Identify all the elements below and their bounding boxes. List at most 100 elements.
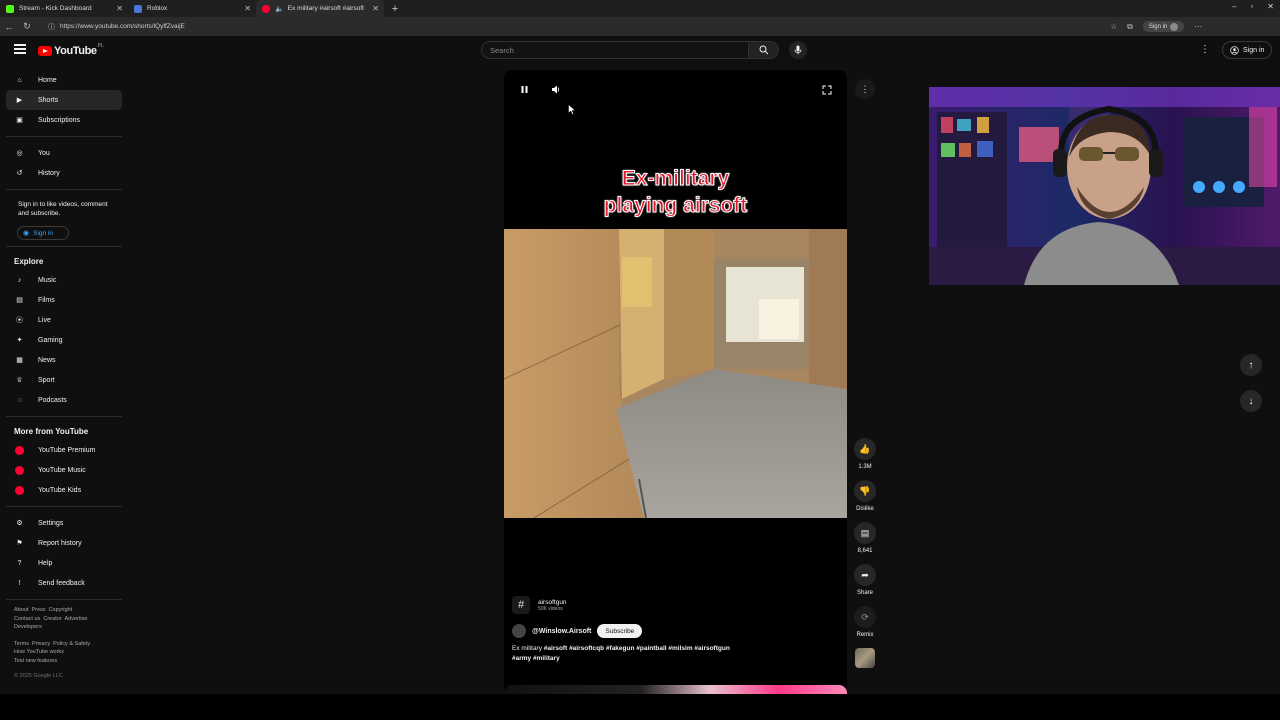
browser-menu-icon[interactable]: ⋯ [1194,22,1202,31]
settings-dots-icon[interactable]: ⋮ [1200,44,1210,55]
youtube-logo[interactable]: YouTube PL [38,43,104,57]
sidebar-item-label: YouTube Music [38,466,86,474]
sidebar-item-news[interactable]: ▦ News [6,350,122,370]
hashtag-chip[interactable]: # airsoftgun 50K videos [512,594,842,616]
footer-link[interactable]: Terms [14,641,29,647]
search-button[interactable] [749,41,779,59]
sidebar-item-label: Films [38,296,55,304]
footer-link[interactable]: Developers [14,624,42,630]
description-hashtags[interactable]: #army #military [512,655,560,662]
webcam-image [929,87,1280,285]
description-hashtags[interactable]: #airsoft #airsoftcqb #fakegun #paintball… [544,645,730,652]
next-short-button[interactable]: ↓ [1240,390,1262,412]
pause-icon[interactable] [520,85,529,94]
minimize-icon[interactable]: – [1232,2,1236,11]
close-icon[interactable]: ✕ [372,4,379,13]
sidebar-item-music-app[interactable]: YouTube Music [6,460,122,480]
sidebar-signin-button[interactable]: ◉ Sign in [17,226,69,241]
sidebar-item-films[interactable]: ▤ Films [6,290,122,310]
channel-avatar[interactable] [512,624,526,638]
sidebar-item-live[interactable]: ⦿ Live [6,310,122,330]
remix-action[interactable]: ⟳ Remix [852,606,878,638]
browser-tab-youtube[interactable]: 🔈 Ex military #airsoft #airsoft ✕ [256,0,384,17]
like-button[interactable]: 👍 [854,438,876,460]
sidebar-item-feedback[interactable]: ! Send feedback [6,573,122,593]
signin-prompt: Sign in to like videos, comment and subs… [18,201,108,218]
url-field[interactable]: ⓘ https://www.youtube.com/shorts/lQyffZv… [42,19,1102,34]
hamburger-menu-icon[interactable] [14,44,26,56]
dislike-action[interactable]: 👎 Dislike [852,480,878,512]
sidebar-item-history[interactable]: ↺ History [6,163,122,183]
comments-button[interactable]: ▤ [854,522,876,544]
new-tab-button[interactable]: + [388,0,402,17]
sidebar-item-sport[interactable]: ♕ Sport [6,370,122,390]
sidebar-item-report-history[interactable]: ⚑ Report history [6,533,122,553]
reload-icon[interactable]: ↻ [18,21,36,32]
share-action[interactable]: ➦ Share [852,564,878,596]
sidebar-item-kids[interactable]: YouTube Kids [6,480,122,500]
browser-tab-kick[interactable]: Stream - Kick Dashboard ✕ [0,0,128,17]
voice-search-button[interactable] [789,41,807,59]
channel-name[interactable]: @Winslow.Airsoft [532,628,591,635]
star-icon[interactable]: ☆ [1110,22,1117,31]
footer-link[interactable]: Creator [43,616,61,622]
browser-tab-roblox[interactable]: Roblox ✕ [128,0,256,17]
comments-action[interactable]: ▤ 8,641 [852,522,878,554]
sidebar-item-label: History [38,169,60,177]
shorts-player[interactable]: Ex-military playing airsoft # airsoftgun… [504,70,847,694]
sidebar-item-settings[interactable]: ⚙ Settings [6,513,122,533]
signin-button[interactable]: Sign in [1222,41,1273,59]
dislike-label: Dislike [856,506,874,512]
subscribe-button[interactable]: Subscribe [597,624,643,638]
masthead: YouTube PL Search ⋮ Sign in [0,36,1280,64]
maximize-icon[interactable]: ▫ [1250,2,1253,11]
sidebar-item-premium[interactable]: YouTube Premium [6,440,122,460]
footer-link[interactable]: Press [31,607,45,613]
window-close-icon[interactable]: ✕ [1267,2,1274,11]
extensions-icon[interactable]: ⧉ [1127,22,1133,32]
remix-button[interactable]: ⟳ [854,606,876,628]
home-icon: ⌂ [17,76,22,84]
country-code: PL [97,43,104,49]
footer-link[interactable]: Policy & Safety [53,641,90,647]
sidebar-item-gaming[interactable]: ✦ Gaming [6,330,122,350]
sidebar-item-subscriptions[interactable]: ▣ Subscriptions [6,110,122,130]
sidebar-item-help[interactable]: ? Help [6,553,122,573]
sidebar-item-shorts[interactable]: ▶ Shorts [6,90,122,110]
search-input[interactable]: Search [481,41,749,59]
sidebar-item-podcasts[interactable]: ◌ Podcasts [6,390,122,410]
caption-line: playing airsoft [603,194,748,218]
footer-link[interactable]: Advertise [64,616,87,622]
previous-short-button[interactable]: ↑ [1240,354,1262,376]
more-options-button[interactable]: ⋮ [855,79,875,99]
back-icon[interactable]: ← [0,22,18,32]
channel-row: @Winslow.Airsoft Subscribe [512,624,842,638]
sidebar-item-music[interactable]: ♪ Music [6,270,122,290]
tab-title: Stream - Kick Dashboard [19,5,92,12]
sidebar-item-home[interactable]: ⌂ Home [6,70,122,90]
video-description[interactable]: Ex military #airsoft #airsoftcqb #fakegu… [512,644,842,664]
signin-label: Sign in [33,229,53,237]
audio-source-thumbnail[interactable] [855,648,875,668]
next-short-preview[interactable] [504,685,847,694]
close-icon[interactable]: ✕ [244,4,251,13]
fullscreen-icon[interactable] [822,85,832,95]
dislike-button[interactable]: 👎 [854,480,876,502]
footer-link[interactable]: How YouTube works [14,649,64,655]
sidebar-item-you[interactable]: ◎ You [6,143,122,163]
like-action[interactable]: 👍 1.3M [852,438,878,470]
volume-icon[interactable] [551,85,561,94]
close-icon[interactable]: ✕ [116,4,123,13]
footer-link[interactable]: Copyright [49,607,73,613]
youtube-favicon-icon [262,4,270,13]
share-button[interactable]: ➦ [854,564,876,586]
footer-link[interactable]: Privacy [32,641,50,647]
footer-link[interactable]: About [14,607,28,613]
profile-chip[interactable]: Sign in [1142,21,1185,32]
site-info-icon[interactable]: ⓘ [48,22,55,32]
description-text: Ex military [512,645,544,652]
avatar [1170,22,1179,31]
footer-link[interactable]: Test new features [14,658,57,664]
footer-link[interactable]: Contact us [14,616,40,622]
divider [6,246,122,248]
